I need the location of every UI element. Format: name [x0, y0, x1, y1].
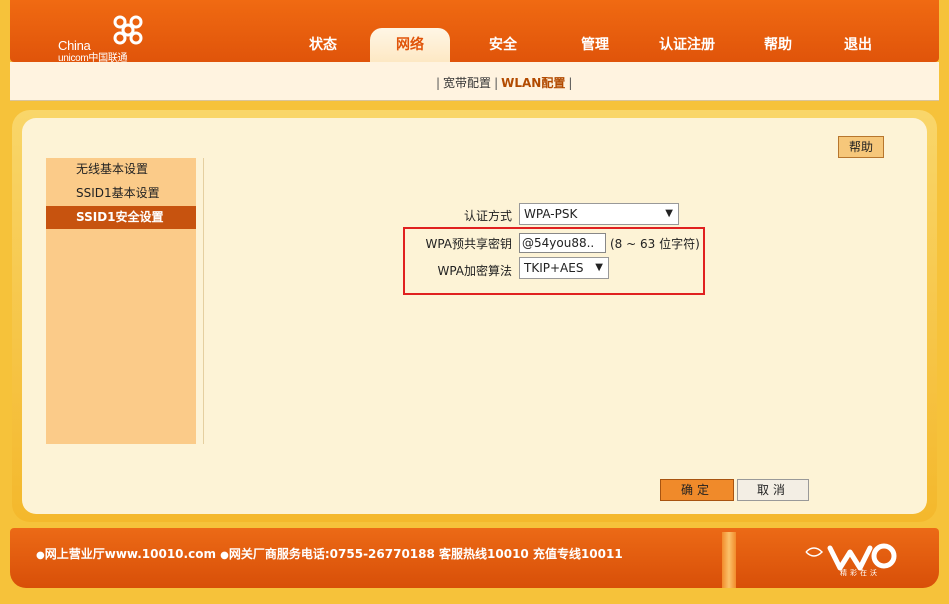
cancel-button[interactable]: 取消 [737, 479, 809, 501]
bullet-icon: ● [36, 550, 45, 561]
footer-online-hall: 网上营业厅www.10010.com [44, 547, 216, 561]
nav-tab-help[interactable]: 帮助 [733, 28, 823, 62]
footer-service-phones: 网关厂商服务电话:0755-26770188 客服热线10010 充值专线100… [228, 547, 623, 561]
wo-tagline: 精彩在沃 [840, 569, 880, 577]
cipher-value: TKIP+AES [524, 261, 584, 275]
auth-method-value: WPA-PSK [524, 207, 578, 221]
cipher-select[interactable]: TKIP+AES ▼ [519, 257, 609, 279]
subnav-link-broadband[interactable]: 宽带配置 [443, 76, 491, 90]
nav-tab-network[interactable]: 网络 [370, 28, 450, 62]
nav-tab-auth-register[interactable]: 认证注册 [642, 28, 732, 62]
footer-info: ●网上营业厅www.10010.com ●网关厂商服务电话:0755-26770… [36, 545, 623, 562]
help-button[interactable]: 帮助 [838, 136, 884, 158]
cipher-label: WPA加密算法 [437, 264, 512, 278]
sidebar-item-wireless-basic[interactable]: 无线基本设置 [46, 158, 196, 181]
subnav: | 宽带配置 | WLAN配置 | [433, 74, 575, 91]
dropdown-arrow-icon: ▼ [595, 262, 603, 273]
footer-bar: ●网上营业厅www.10010.com ●网关厂商服务电话:0755-26770… [10, 528, 939, 588]
sidebar-item-ssid1-security[interactable]: SSID1安全设置 [46, 206, 196, 229]
header-bar: China unicom中国联通 状态 网络 安全 管理 认证注册 帮助 退出 [10, 0, 939, 64]
auth-method-label: 认证方式 [463, 209, 512, 223]
subnav-separator: | [494, 76, 499, 90]
nav-tab-management[interactable]: 管理 [550, 28, 640, 62]
sidebar-item-ssid1-basic[interactable]: SSID1基本设置 [46, 182, 196, 205]
psk-length-hint: (8 ~ 63 位字符) [610, 237, 700, 251]
content-divider [203, 158, 204, 444]
subnav-separator: | [436, 76, 441, 90]
unicom-knot-icon [113, 15, 143, 45]
nav-tab-security[interactable]: 安全 [458, 28, 548, 62]
china-unicom-logo: China unicom中国联通 [58, 10, 153, 64]
subnav-bar: | 宽带配置 | WLAN配置 | [10, 62, 939, 101]
auth-method-select[interactable]: WPA-PSK ▼ [519, 203, 679, 225]
dropdown-arrow-icon: ▼ [665, 208, 673, 219]
ok-button[interactable]: 确定 [660, 479, 734, 501]
subnav-link-wlan[interactable]: WLAN配置 [501, 76, 565, 90]
bullet-icon: ● [220, 550, 229, 561]
psk-label: WPA预共享密钥 [425, 237, 512, 251]
psk-input[interactable]: @54you88.. [519, 233, 606, 253]
nav-tab-logout[interactable]: 退出 [813, 28, 903, 62]
footer-stripe [722, 532, 736, 588]
subnav-separator: | [568, 76, 573, 90]
nav-tab-status[interactable]: 状态 [278, 28, 368, 62]
sidebar: 无线基本设置 SSID1基本设置 SSID1安全设置 [46, 158, 196, 444]
